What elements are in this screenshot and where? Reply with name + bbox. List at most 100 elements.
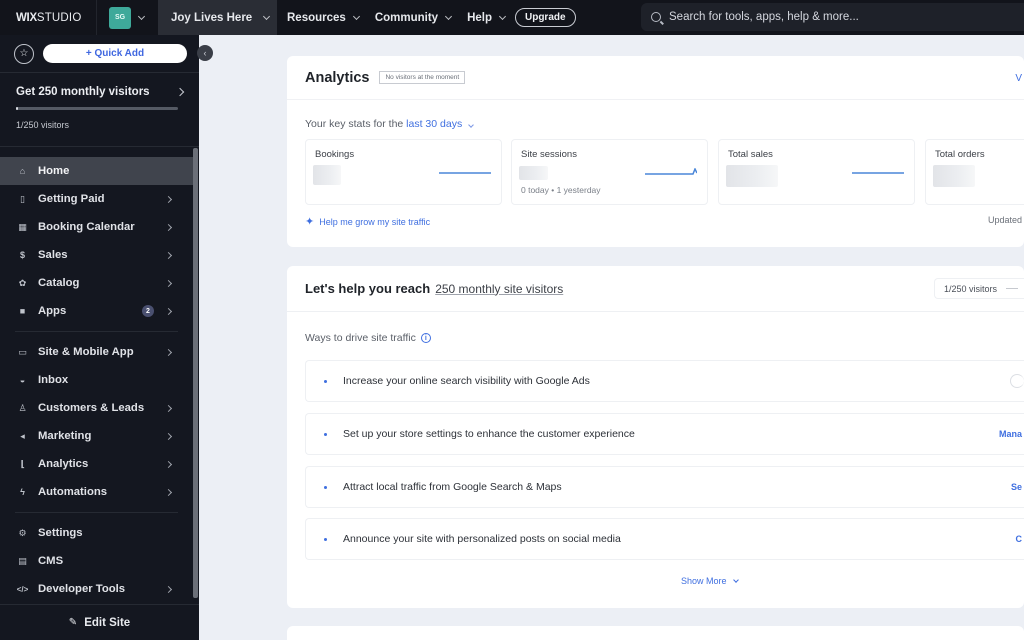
calendar-icon: ▦ (18, 221, 27, 232)
show-more-label: Show More (681, 576, 727, 586)
account-switcher[interactable]: SG (96, 0, 158, 35)
sidebar-item-inbox[interactable]: ◒ Inbox (0, 366, 193, 394)
tip-action-button[interactable]: Se (1003, 482, 1024, 492)
sidebar-item-customers-leads[interactable]: ♙ Customers & Leads (0, 394, 193, 422)
tip-item[interactable]: Increase your online search visibility w… (305, 360, 1024, 402)
nav-help[interactable]: Help (457, 0, 507, 35)
stat-total-orders[interactable]: Total orders (925, 139, 1024, 205)
nav-community[interactable]: Community (365, 0, 453, 35)
tip-item[interactable]: Announce your site with personalized pos… (305, 518, 1024, 560)
sidebar-item-automations[interactable]: ϟ Automations (0, 478, 193, 506)
chevron-right-icon (164, 404, 173, 412)
site-mobile-icon: ▭ (18, 346, 27, 357)
updated-label: Updated (987, 215, 1022, 225)
stat-sparkline (439, 172, 491, 174)
sidebar-item-home[interactable]: ⌂ Home (0, 157, 193, 185)
edit-site-button[interactable]: ✎ Edit Site (0, 604, 199, 640)
sidebar-item-developer-tools[interactable]: </> Developer Tools (0, 575, 193, 603)
inbox-icon: ◒ (19, 375, 26, 385)
next-card (287, 626, 1024, 640)
goal-progress-fill (16, 107, 19, 110)
sidebar-item-analytics[interactable]: ⌊ Analytics (0, 450, 193, 478)
sidebar-item-label: Booking Calendar (38, 221, 135, 233)
stat-sparkline (645, 168, 697, 175)
period-dropdown[interactable]: last 30 days (406, 118, 475, 130)
tip-action-button[interactable]: Mana (991, 429, 1024, 439)
dollar-icon: $ (19, 250, 25, 260)
stat-value-hidden (313, 165, 341, 185)
stat-sparkline (852, 172, 904, 174)
chevron-down-icon (468, 122, 475, 128)
info-icon[interactable]: i (420, 333, 431, 343)
stat-total-sales[interactable]: Total sales (718, 139, 915, 205)
chevron-right-icon (164, 488, 173, 496)
visitors-count: 1/250 visitors (944, 283, 998, 294)
goal-subtitle: 1/250 visitors (16, 120, 70, 130)
collapse-sidebar-button[interactable]: ‹ (197, 45, 213, 61)
sidebar-scrollbar[interactable] (193, 148, 198, 598)
goal-progress-bar (16, 107, 178, 110)
gear-icon: ⚙ (18, 527, 27, 538)
customers-icon: ♙ (18, 402, 27, 413)
chevron-left-icon: ‹ (203, 48, 207, 58)
sidebar-item-cms[interactable]: ▤ CMS (0, 547, 193, 575)
tip-item[interactable]: Attract local traffic from Google Search… (305, 466, 1024, 508)
stat-bookings[interactable]: Bookings (305, 139, 502, 205)
quick-add-button[interactable]: + Quick Add (43, 44, 187, 63)
stat-sub: 0 today • 1 yesterday (521, 185, 601, 195)
sidebar-item-marketing[interactable]: ◂ Marketing (0, 422, 193, 450)
sidebar-item-getting-paid[interactable]: ▯ Getting Paid (0, 185, 193, 213)
code-icon: </> (16, 584, 29, 594)
quick-add-row: ☆ + Quick Add (0, 35, 199, 73)
sidebar-item-site-mobile-app[interactable]: ▭ Site & Mobile App (0, 338, 193, 366)
ways-label: Ways to drive site traffic i (305, 332, 431, 344)
help-grow-traffic-link[interactable]: ✦ Help me grow my site traffic (305, 215, 430, 228)
home-icon: ⌂ (19, 166, 26, 176)
tip-text: Increase your online search visibility w… (343, 375, 590, 387)
search-icon (651, 12, 661, 22)
reach-goal-link[interactable]: 250 monthly site visitors (435, 282, 563, 296)
sidebar-item-settings[interactable]: ⚙ Settings (0, 519, 193, 547)
menu-divider (15, 512, 178, 513)
show-more-button[interactable]: Show More (681, 576, 739, 586)
goal-title: Get 250 monthly visitors (16, 86, 150, 98)
stat-value-hidden (933, 165, 975, 187)
chevron-down-icon (445, 12, 453, 20)
chevron-right-icon (164, 432, 173, 440)
sidebar-item-booking-calendar[interactable]: ▦ Booking Calendar (0, 213, 193, 241)
nav-resources[interactable]: Resources (277, 0, 360, 35)
tip-item[interactable]: Set up your store settings to enhance th… (305, 413, 1024, 455)
avatar: SG (109, 6, 131, 29)
sidebar-item-sales[interactable]: $ Sales (0, 241, 193, 269)
reach-goal-card: Let's help you reach 250 monthly site vi… (287, 266, 1024, 608)
chevron-right-icon (164, 348, 173, 356)
visitors-progress-pill: 1/250 visitors (934, 278, 1024, 299)
search-input[interactable]: Search for tools, apps, help & more... (641, 3, 1024, 31)
tip-action-button[interactable]: C (1008, 534, 1024, 544)
ways-text: Ways to drive site traffic (305, 332, 416, 344)
view-analytics-link[interactable]: V (1015, 73, 1022, 84)
sidebar-item-label: Settings (38, 527, 83, 539)
sidebar-item-apps[interactable]: ■ Apps 2 (0, 297, 193, 325)
analytics-title: Analytics (305, 69, 370, 86)
bullet-icon (324, 379, 327, 383)
stat-name: Total sales (728, 149, 773, 160)
search-placeholder: Search for tools, apps, help & more... (669, 11, 859, 23)
site-selector[interactable]: Joy Lives Here (158, 0, 277, 35)
sidebar-item-catalog[interactable]: ✿ Catalog (0, 269, 193, 297)
favorites-star-icon[interactable]: ☆ (14, 43, 34, 64)
stat-site-sessions[interactable]: Site sessions 0 today • 1 yesterday (511, 139, 708, 205)
bullet-icon (324, 432, 327, 436)
bullet-icon (324, 537, 327, 541)
tip-action-button[interactable] (1010, 374, 1024, 388)
catalog-icon: ✿ (18, 277, 27, 288)
wix-studio-logo[interactable]: WIX STUDIO (0, 0, 96, 35)
apps-icon: ■ (19, 306, 26, 316)
chevron-down-icon (137, 12, 146, 20)
top-bar: WIX STUDIO SG Joy Lives Here Resources Co… (0, 0, 1024, 35)
apps-count-badge: 2 (142, 305, 154, 317)
upgrade-button[interactable]: Upgrade (514, 8, 576, 27)
nav-label: Help (467, 11, 492, 24)
visitor-goal[interactable]: Get 250 monthly visitors 1/250 visitors (0, 73, 199, 147)
chart-icon: ⌊ (20, 458, 25, 469)
